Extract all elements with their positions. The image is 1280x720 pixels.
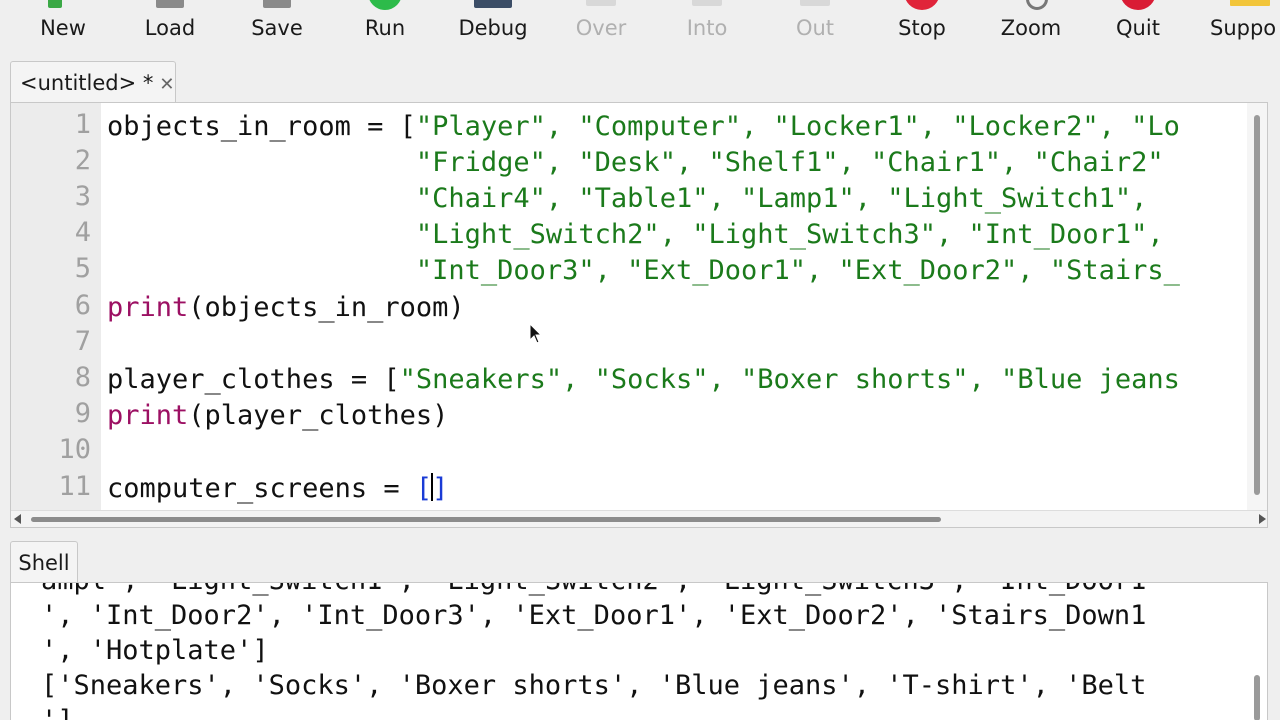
save-icon	[263, 0, 291, 8]
editor-horizontal-scrollbar[interactable]	[11, 510, 1267, 527]
code-line-8: player_clothes = ["Sneakers", "Socks", "…	[107, 362, 1180, 398]
string-literal: "Chair4", "Table1", "Lamp1", "Light_Swit…	[415, 183, 1164, 214]
line-number: 7	[74, 326, 91, 357]
line-number: 5	[74, 253, 91, 284]
shell-output-line: ['Sneakers', 'Socks', 'Boxer shorts', 'B…	[41, 670, 1147, 701]
editor-vertical-scroll-thumb[interactable]	[1254, 115, 1260, 495]
line-number: 10	[58, 434, 91, 465]
string-literal: "Fridge", "Desk", "Shelf1", "Chair1", "C…	[415, 147, 1164, 178]
save-button-label: Save	[251, 16, 303, 40]
save-button[interactable]: Save	[222, 0, 332, 56]
support-icon	[1230, 0, 1270, 6]
line-number: 9	[74, 398, 91, 429]
bracket-open: [	[415, 473, 433, 504]
scroll-left-arrow-icon[interactable]	[14, 514, 21, 524]
zoom-button[interactable]: Zoom	[976, 0, 1086, 56]
editor-horizontal-scroll-thumb[interactable]	[31, 517, 941, 522]
stop-button[interactable]: Stop	[867, 0, 977, 56]
step-out-button-label: Out	[795, 16, 835, 40]
line-number: 8	[74, 362, 91, 393]
editor-tab-label: <untitled> *	[20, 71, 154, 95]
code-line-1: objects_in_room = ["Player", "Computer",…	[107, 109, 1180, 145]
run-button[interactable]: Run	[330, 0, 440, 56]
zoom-button-label: Zoom	[1000, 16, 1062, 40]
step-over-button[interactable]: Over	[546, 0, 656, 56]
code-token: computer_screens =	[107, 473, 416, 504]
debug-button-label: Debug	[458, 16, 528, 40]
mouse-pointer-icon	[529, 323, 543, 344]
shell-output-line: ampl', 'Light_Switch1', 'Light_Switch2',…	[41, 583, 1146, 598]
line-number: 6	[74, 290, 91, 321]
step-into-icon	[692, 0, 722, 6]
keyword-print: print	[107, 292, 189, 323]
run-icon	[368, 0, 402, 10]
bracket-close: ]	[432, 473, 449, 504]
load-button[interactable]: Load	[115, 0, 225, 56]
shell-tab-label: Shell	[18, 551, 70, 575]
scroll-right-arrow-icon[interactable]	[1259, 514, 1266, 524]
line-number: 11	[58, 471, 91, 502]
new-button[interactable]: New	[8, 0, 118, 56]
line-number: 4	[74, 217, 91, 248]
code-editor[interactable]: 1 2 3 4 5 6 7 8 9 10 11 objects_in_room …	[10, 102, 1268, 528]
string-literal: "Player", "Computer", "Locker1", "Locker…	[415, 111, 1180, 142]
step-into-button-label: Into	[686, 16, 728, 40]
code-token: objects_in_room = [	[107, 111, 416, 142]
code-token: (player_clothes)	[188, 400, 449, 431]
support-button[interactable]: Suppo	[1198, 0, 1280, 56]
step-over-button-label: Over	[575, 16, 627, 40]
shell-output-line: ', 'Int_Door2', 'Int_Door3', 'Ext_Door1'…	[41, 600, 1147, 631]
toolbar: New Load Save Run Debug Over Into Out St…	[0, 0, 1280, 56]
debug-icon	[474, 0, 512, 8]
load-button-label: Load	[144, 16, 196, 40]
step-over-icon	[586, 0, 616, 6]
shell-tab[interactable]: Shell	[10, 541, 78, 583]
step-out-button[interactable]: Out	[760, 0, 870, 56]
line-number: 2	[74, 145, 91, 176]
shell-output-line: ']	[41, 703, 74, 720]
string-literal: "Sneakers", "Socks", "Boxer shorts", "Bl…	[399, 364, 1180, 395]
quit-button-label: Quit	[1116, 16, 1160, 40]
code-token: (objects_in_room)	[188, 292, 465, 323]
debug-button[interactable]: Debug	[438, 0, 548, 56]
quit-icon	[1120, 0, 1156, 10]
string-literal: "Int_Door3", "Ext_Door1", "Ext_Door2", "…	[415, 255, 1180, 286]
shell-vertical-scroll-thumb[interactable]	[1254, 675, 1260, 720]
code-text-area[interactable]: objects_in_room = ["Player", "Computer",…	[107, 103, 1249, 513]
line-number: 1	[74, 109, 91, 140]
code-line-9: print(player_clothes)	[107, 398, 448, 434]
editor-tab-untitled[interactable]: <untitled> * ✕	[10, 61, 176, 103]
quit-button[interactable]: Quit	[1083, 0, 1193, 56]
new-file-icon	[48, 0, 62, 8]
line-number-gutter: 1 2 3 4 5 6 7 8 9 10 11	[11, 103, 101, 513]
editor-vertical-scrollbar[interactable]	[1247, 103, 1267, 513]
string-literal: "Light_Switch2", "Light_Switch3", "Int_D…	[415, 219, 1180, 250]
shell-output-line: ', 'Hotplate']	[41, 635, 269, 666]
step-into-button[interactable]: Into	[652, 0, 762, 56]
support-button-label: Suppo	[1210, 16, 1277, 40]
close-icon[interactable]: ✕	[159, 74, 174, 95]
step-out-icon	[800, 0, 830, 6]
code-token: player_clothes = [	[107, 364, 400, 395]
run-button-label: Run	[364, 16, 406, 40]
code-line-2: "Fridge", "Desk", "Shelf1", "Chair1", "C…	[107, 145, 1164, 181]
keyword-print: print	[107, 400, 189, 431]
new-button-label: New	[40, 16, 86, 40]
code-line-3: "Chair4", "Table1", "Lamp1", "Light_Swit…	[107, 181, 1164, 217]
code-line-5: "Int_Door3", "Ext_Door1", "Ext_Door2", "…	[107, 253, 1180, 289]
folder-open-icon	[156, 0, 184, 8]
shell-output-panel[interactable]: ampl', 'Light_Switch1', 'Light_Switch2',…	[10, 582, 1268, 720]
stop-icon	[904, 0, 940, 10]
stop-button-label: Stop	[898, 16, 946, 40]
code-line-11: computer_screens = []	[107, 471, 448, 507]
line-number: 3	[74, 181, 91, 212]
code-line-4: "Light_Switch2", "Light_Switch3", "Int_D…	[107, 217, 1180, 253]
code-line-6: print(objects_in_room)	[107, 290, 465, 326]
zoom-icon	[1026, 0, 1048, 10]
